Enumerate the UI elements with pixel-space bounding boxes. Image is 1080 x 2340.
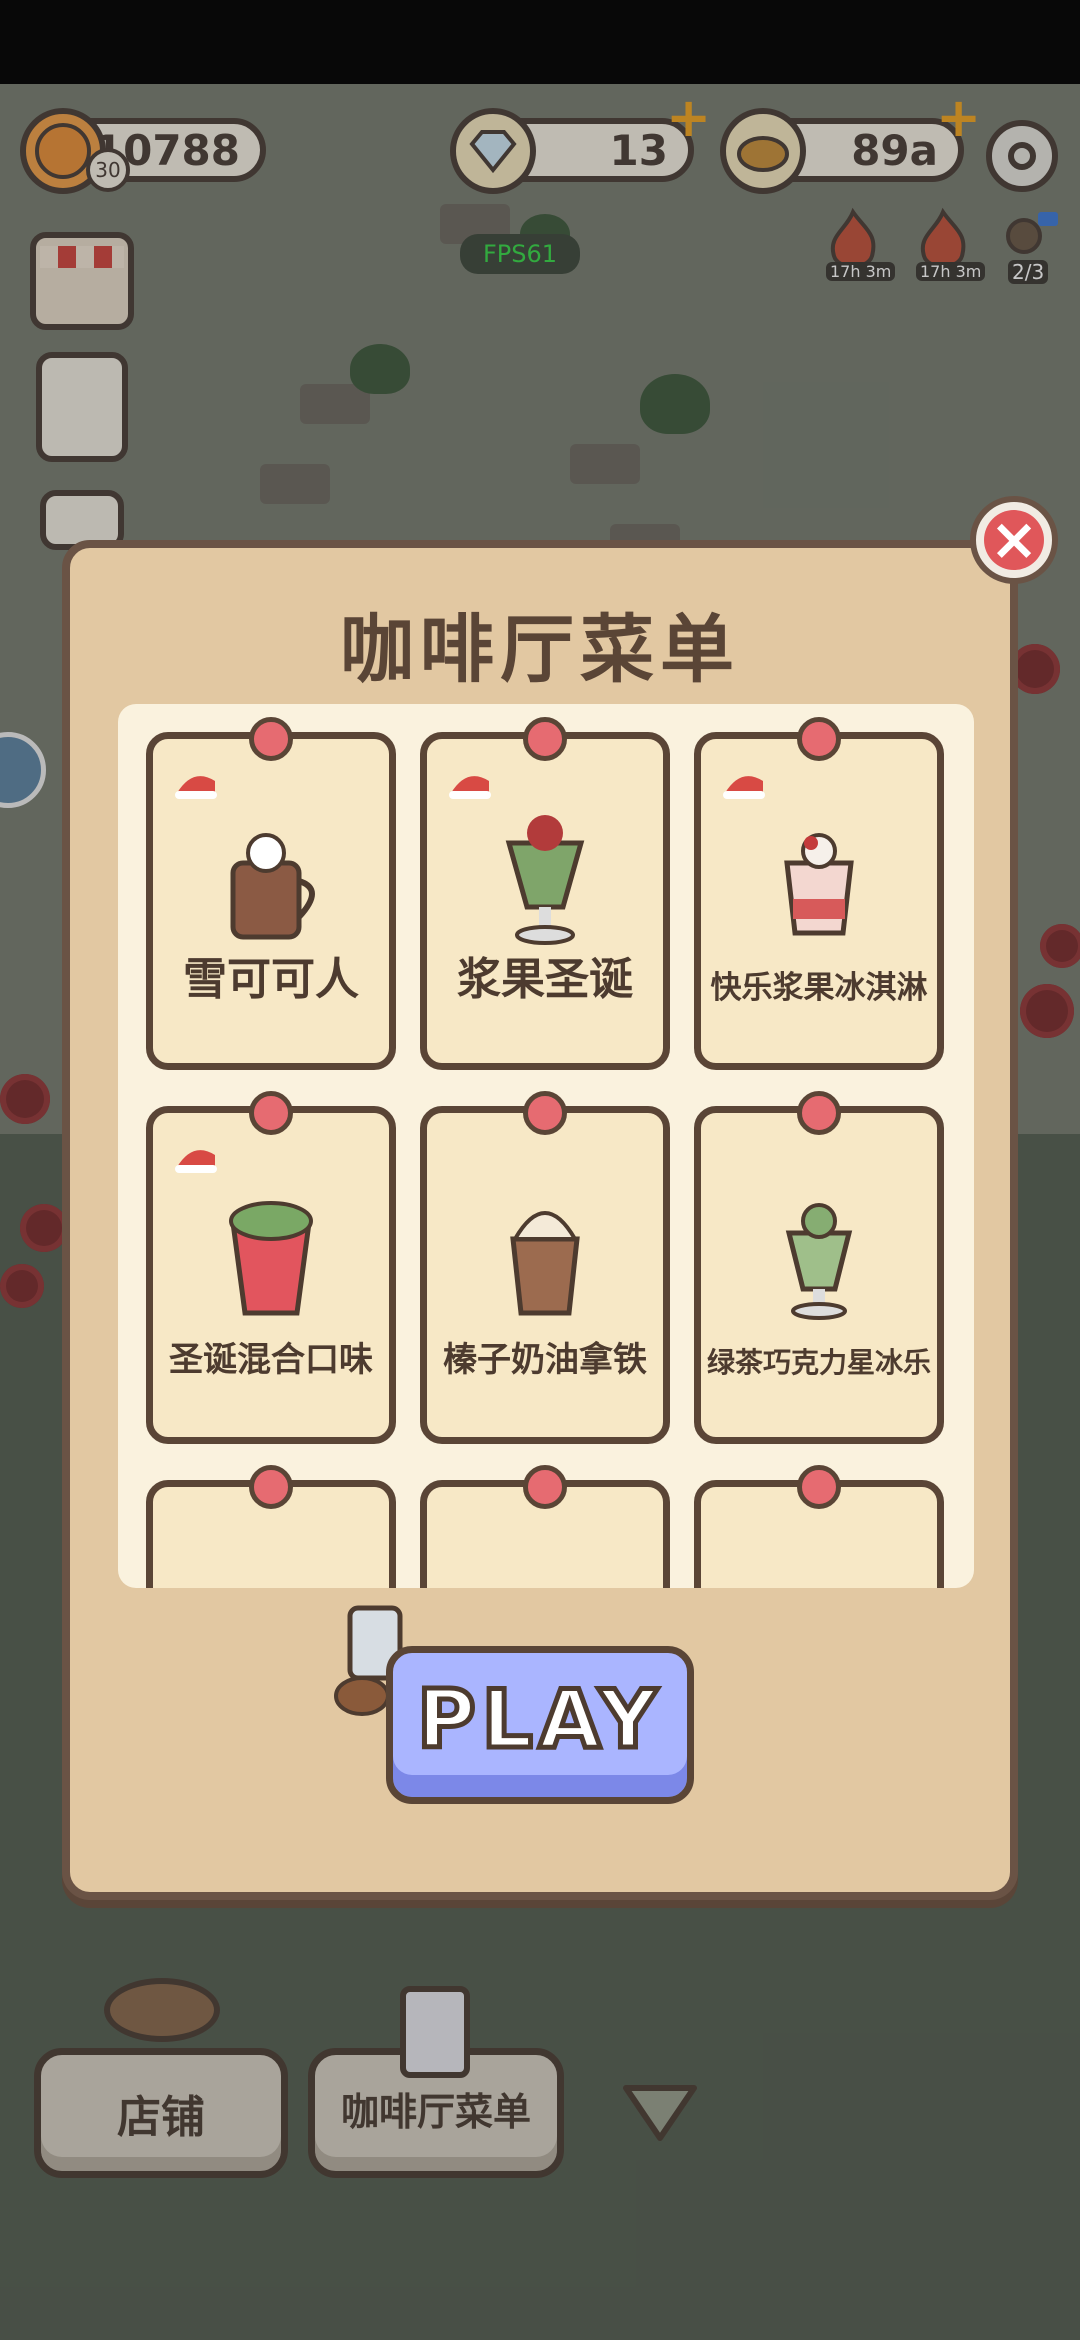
modal-title: 咖啡厅菜单 — [340, 607, 740, 693]
menu-card[interactable]: 雪可可人 — [146, 717, 396, 1070]
hazelnut-latte-icon — [510, 1211, 580, 1316]
berry-ice-cream-icon — [784, 833, 854, 936]
menu-card[interactable] — [694, 1465, 944, 1588]
menu-card[interactable] — [146, 1465, 396, 1588]
pin-icon — [249, 1465, 293, 1509]
pin-icon — [523, 1465, 567, 1509]
menu-card[interactable]: 快乐浆果冰淇淋 — [694, 717, 944, 1070]
menu-item-label: 快乐浆果冰淇淋 — [710, 970, 928, 1006]
play-button-label: PLAY — [415, 1671, 663, 1769]
play-button[interactable]: PLAY — [386, 1646, 694, 1804]
santa-hat-icon — [449, 776, 491, 799]
santa-hat-icon — [175, 776, 217, 799]
menu-item-label: 浆果圣诞 — [457, 954, 633, 1005]
menu-item-label: 榛子奶油拿铁 — [443, 1340, 647, 1380]
pin-icon — [797, 1091, 841, 1135]
menu-item-label: 绿茶巧克力星冰乐 — [706, 1346, 931, 1379]
menu-card[interactable] — [420, 1465, 670, 1588]
santa-hat-icon — [723, 776, 765, 799]
matcha-frappe-icon — [785, 1203, 853, 1320]
menu-card[interactable]: 榛子奶油拿铁 — [420, 1091, 670, 1444]
pin-icon — [523, 1091, 567, 1135]
hot-cocoa-mug-icon — [230, 833, 315, 940]
christmas-mix-drink-icon — [229, 1201, 313, 1316]
menu-item-label: 雪可可人 — [183, 954, 359, 1005]
santa-hat-icon — [175, 1150, 217, 1173]
pin-icon — [249, 717, 293, 761]
menu-card[interactable]: 绿茶巧克力星冰乐 — [694, 1091, 944, 1444]
close-button[interactable]: × — [970, 496, 1058, 584]
close-icon: × — [984, 510, 1044, 570]
pin-icon — [797, 717, 841, 761]
menu-grid: 雪可可人 浆果圣诞 快乐浆果冰淇淋 圣诞混合口味 榛子奶油拿铁 绿茶巧克力星冰乐 — [118, 704, 974, 1588]
pin-icon — [249, 1091, 293, 1135]
berry-parfait-icon — [505, 815, 585, 945]
menu-card[interactable]: 圣诞混合口味 — [146, 1091, 396, 1444]
pin-icon — [797, 1465, 841, 1509]
pin-icon — [523, 717, 567, 761]
menu-card[interactable]: 浆果圣诞 — [420, 717, 670, 1070]
menu-item-label: 圣诞混合口味 — [169, 1340, 373, 1380]
